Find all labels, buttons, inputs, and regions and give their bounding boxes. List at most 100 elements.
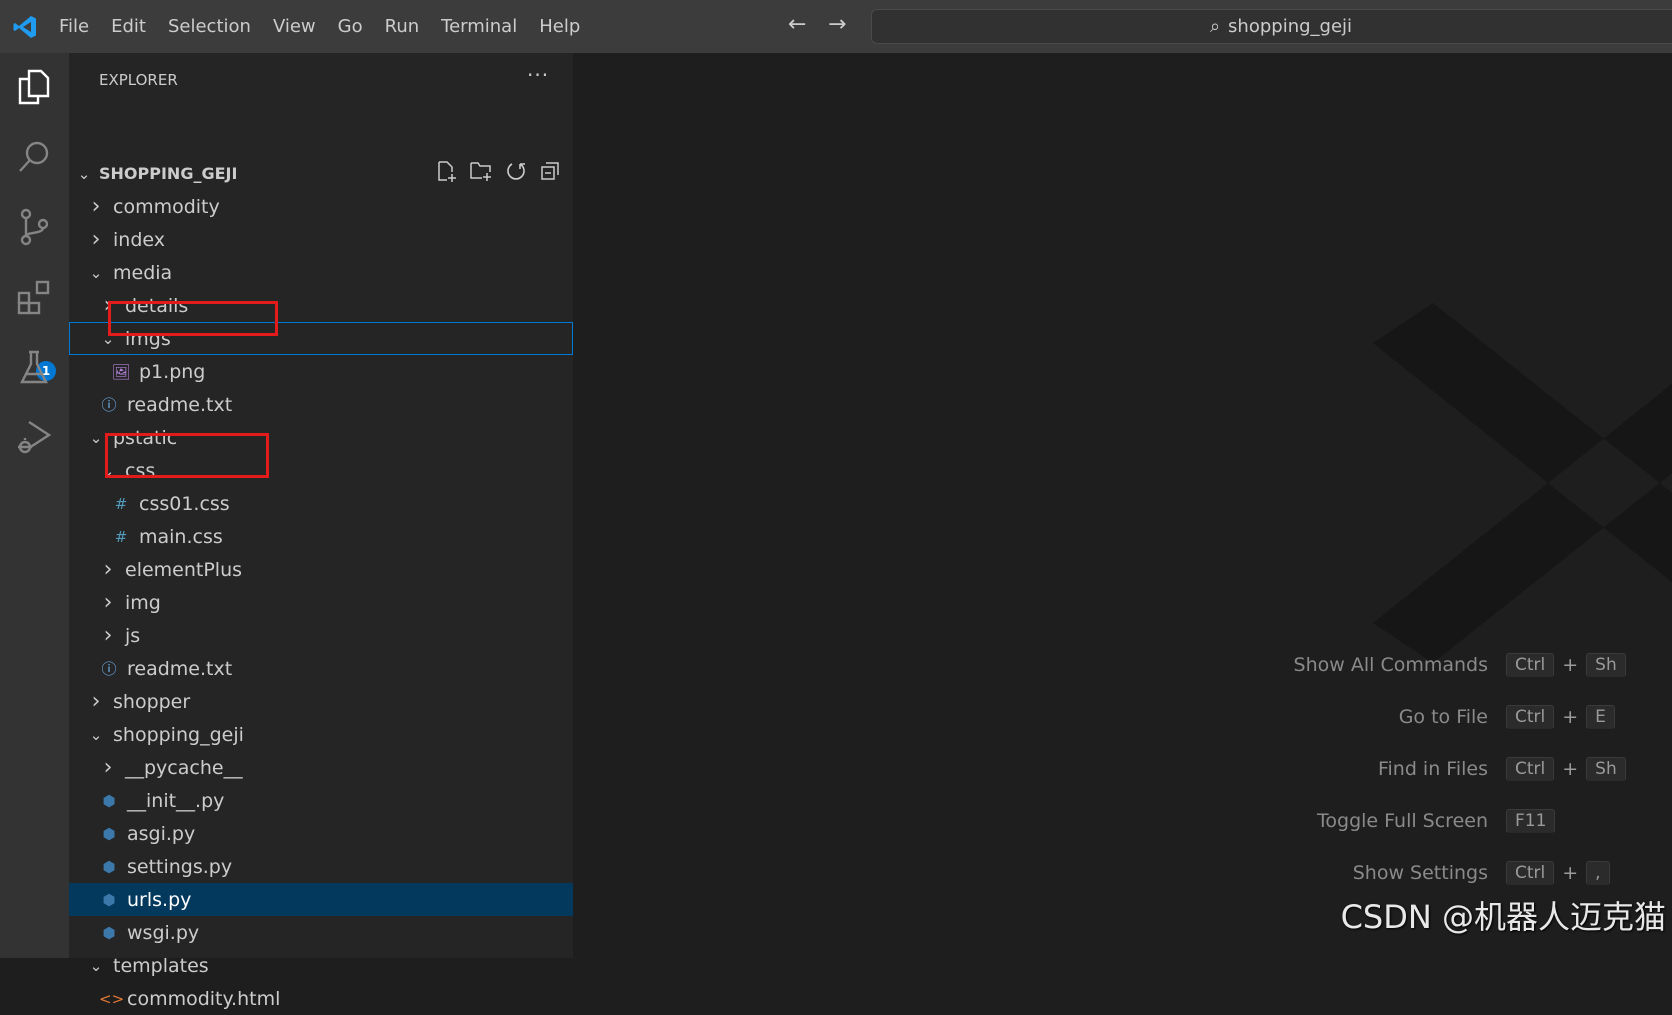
new-file-icon[interactable] (435, 160, 457, 187)
chevron-right-icon: › (91, 227, 101, 252)
more-actions-icon[interactable]: ··· (527, 63, 549, 87)
tree-file[interactable]: # css01.css (69, 487, 573, 520)
source-control-icon[interactable] (12, 205, 56, 249)
tree-file[interactable]: ⬢ settings.py (69, 850, 573, 883)
back-arrow-icon[interactable]: ← (788, 12, 806, 37)
image-file-icon: 🖼 (111, 362, 131, 381)
chevron-right-icon: › (103, 557, 113, 582)
tree-folder[interactable]: ⌄ media (69, 256, 573, 289)
tree-item-label: css01.css (139, 492, 230, 515)
menu-go[interactable]: Go (327, 16, 374, 37)
tree-file[interactable]: <> commodity.html (69, 982, 573, 1015)
info-file-icon: ⓘ (101, 660, 117, 678)
tree-item-label: readme.txt (127, 657, 233, 680)
tree-folder[interactable]: › js (69, 619, 573, 652)
tree-item-label: p1.png (139, 360, 206, 383)
highlight-box-css01-css (105, 433, 269, 478)
shortcut-hint: Show All Commands Ctrl + Sh (1294, 651, 1672, 679)
tree-folder[interactable]: › index (69, 223, 573, 256)
chevron-down-icon: ⌄ (89, 956, 103, 975)
tree-item-label: js (125, 624, 141, 647)
menu-help[interactable]: Help (528, 16, 591, 37)
keybinding-key: Ctrl (1506, 861, 1555, 885)
tree-file[interactable]: # main.css (69, 520, 573, 553)
tree-item-label: img (125, 591, 161, 614)
tree-file[interactable]: ⬢ wsgi.py (69, 916, 573, 949)
tree-item-label: index (113, 228, 165, 251)
html-file-icon: <> (99, 989, 125, 1008)
forward-arrow-icon[interactable]: → (828, 12, 846, 37)
vscode-watermark-logo-icon (1373, 303, 1672, 663)
tree-folder[interactable]: ⌄ shopping_geji (69, 718, 573, 751)
new-folder-icon[interactable] (469, 160, 493, 187)
tree-folder[interactable]: ⌄ templates (69, 949, 573, 982)
css-file-icon: # (114, 527, 128, 546)
chevron-down-icon: ⌄ (89, 263, 103, 282)
tree-folder[interactable]: › __pycache__ (69, 751, 573, 784)
keybinding-key: Ctrl (1506, 653, 1555, 677)
tree-file[interactable]: ⬢ __init__.py (69, 784, 573, 817)
tree-item-label: wsgi.py (127, 921, 200, 944)
plus-sign: + (1562, 758, 1579, 780)
tree-folder[interactable]: › shopper (69, 685, 573, 718)
highlight-box-p1-png (108, 301, 278, 336)
shortcut-label: Show Settings (1352, 862, 1488, 884)
search-icon[interactable] (12, 135, 56, 179)
tree-item-label: main.css (139, 525, 223, 548)
activity-bar: 1 (0, 53, 69, 958)
chevron-right-icon: › (91, 194, 101, 219)
shortcut-label: Toggle Full Screen (1317, 810, 1488, 832)
search-icon: ⌕ (1209, 16, 1221, 37)
plus-sign: + (1562, 654, 1579, 676)
command-center-search[interactable]: ⌕ shopping_geji (871, 9, 1672, 44)
tree-folder[interactable]: › img (69, 586, 573, 619)
shortcut-label: Show All Commands (1293, 654, 1488, 676)
chevron-right-icon: › (103, 590, 113, 615)
tree-item-label: elementPlus (125, 558, 243, 581)
tree-file[interactable]: 🖼 p1.png (69, 355, 573, 388)
chevron-right-icon: › (103, 623, 113, 648)
python-file-icon: ⬢ (102, 857, 116, 876)
tree-file[interactable]: ⬢ asgi.py (69, 817, 573, 850)
collapse-all-icon[interactable] (539, 160, 561, 187)
shortcut-hint: Toggle Full Screen F11 (1317, 807, 1672, 835)
tree-item-label: shopper (113, 690, 191, 713)
tree-folder[interactable]: › elementPlus (69, 553, 573, 586)
title-bar: File Edit Selection View Go Run Terminal Help ←… (0, 0, 1672, 53)
refresh-icon[interactable] (505, 160, 527, 187)
run-debug-icon[interactable] (12, 415, 56, 459)
tree-item-label: commodity (113, 195, 220, 218)
menu-terminal[interactable]: Terminal (430, 16, 528, 37)
tree-item-label: settings.py (127, 855, 233, 878)
workspace-root[interactable]: ⌄ SHOPPING_GEJI (69, 157, 573, 190)
workspace-root-label: SHOPPING_GEJI (99, 164, 238, 183)
keybinding-key: , (1586, 861, 1610, 885)
tree-item-label: commodity.html (127, 987, 281, 1010)
shortcut-hint: Show Settings Ctrl +, (1353, 859, 1672, 887)
tree-item-label: media (113, 261, 173, 284)
python-file-icon: ⬢ (102, 923, 116, 942)
menu-selection[interactable]: Selection (157, 16, 262, 37)
csdn-watermark: CSDN @机器人迈克猫 (1340, 898, 1666, 936)
tree-item-label: __pycache__ (125, 756, 243, 779)
explorer-sidebar: EXPLORER ··· ⌄ SHOPPING_GEJI › commodity ›… (69, 53, 573, 1010)
editor-empty-area: Show All Commands Ctrl + Sh Go to File Ctrl + E… (573, 53, 1672, 958)
tree-file[interactable]: ⓘ readme.txt (69, 388, 573, 421)
info-file-icon: ⓘ (101, 396, 117, 414)
chevron-down-icon: ⌄ (77, 164, 91, 183)
chevron-right-icon: › (103, 755, 113, 780)
testing-flask-icon[interactable] (12, 345, 56, 389)
menu-run[interactable]: Run (374, 16, 431, 37)
tree-file[interactable]: ⓘ readme.txt (69, 652, 573, 685)
explorer-icon[interactable] (12, 65, 56, 109)
tree-folder[interactable]: › commodity (69, 190, 573, 223)
tree-item-label: readme.txt (127, 393, 233, 416)
tree-item-label: urls.py (127, 888, 192, 911)
menu-view[interactable]: View (262, 16, 327, 37)
extensions-icon[interactable] (12, 275, 56, 319)
keybinding-key: F11 (1506, 809, 1556, 833)
menu-edit[interactable]: Edit (100, 16, 157, 37)
tree-file[interactable]: ⬢ urls.py (69, 883, 573, 916)
workspace-name: shopping_geji (1228, 16, 1353, 37)
menu-file[interactable]: File (48, 16, 100, 37)
